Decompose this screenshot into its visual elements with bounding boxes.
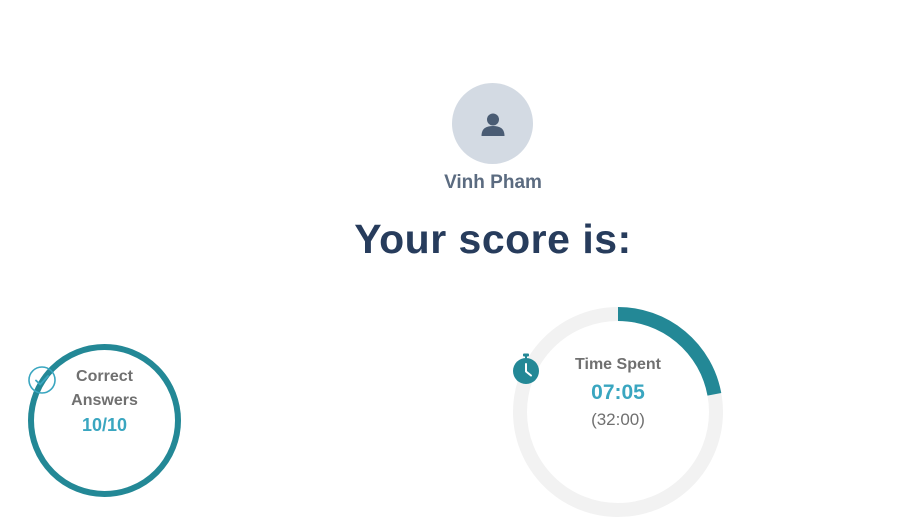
correct-answers-card: Correct Answers 10/10	[27, 343, 182, 498]
time-limit: (32:00)	[591, 410, 645, 429]
user-avatar	[452, 83, 533, 164]
correct-answers-value: 10/10	[81, 415, 128, 435]
correct-answers-label: Correct Answers	[71, 368, 138, 409]
score-heading: Your score is:	[354, 216, 632, 262]
user-icon	[480, 111, 506, 137]
user-name: Vinh Pham	[444, 172, 542, 193]
time-spent-card: Time Spent 07:05 (32:00)	[511, 305, 725, 519]
time-spent-value: 07:05	[591, 381, 645, 404]
time-spent-label: Time Spent	[575, 356, 661, 373]
